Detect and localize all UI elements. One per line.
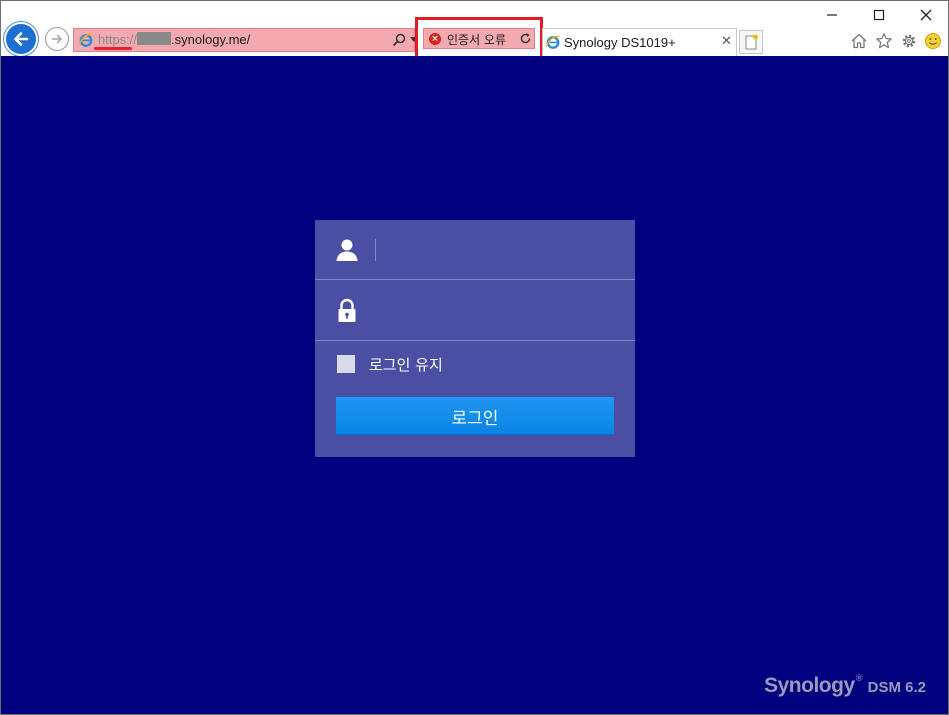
login-card: 로그인 유지 로그인: [315, 220, 635, 457]
url-scheme: https://: [98, 32, 138, 47]
gear-icon: [902, 34, 916, 48]
login-button[interactable]: 로그인: [336, 397, 614, 435]
close-icon: [920, 9, 932, 21]
close-window-button[interactable]: [911, 5, 941, 25]
certificate-error-button[interactable]: × 인증서 오류: [423, 28, 535, 49]
user-icon: [336, 239, 358, 261]
back-arrow-icon: [14, 32, 29, 46]
maximize-icon: [873, 9, 885, 21]
username-input[interactable]: [385, 234, 625, 268]
minimize-icon: [827, 14, 837, 16]
minimize-button[interactable]: [817, 5, 847, 25]
url-host: .synology.me/: [171, 32, 251, 47]
browser-window: https:// .synology.me/ × 인증서 오류 Synology …: [0, 0, 949, 715]
remember-me-checkbox[interactable]: [337, 355, 355, 373]
back-button[interactable]: [4, 22, 38, 56]
forward-arrow-icon: [51, 34, 62, 44]
brand-trademark: ®: [854, 674, 864, 684]
https-underline-annotation: [94, 47, 132, 50]
remember-me[interactable]: 로그인 유지: [337, 354, 443, 374]
password-field: [315, 281, 635, 341]
refresh-icon[interactable]: [519, 32, 532, 45]
home-button[interactable]: [848, 30, 870, 52]
smiley-icon: [925, 33, 941, 49]
error-x-icon: ×: [429, 33, 441, 45]
internet-explorer-icon: [78, 33, 93, 47]
star-icon: [876, 33, 892, 49]
tab-title: Synology DS1019+: [564, 35, 676, 50]
tools-button[interactable]: [898, 30, 920, 52]
remember-me-label: 로그인 유지: [369, 355, 443, 374]
redacted-hostname: [137, 32, 172, 45]
forward-button[interactable]: [45, 27, 69, 51]
tab-close-button[interactable]: ✕: [721, 34, 732, 50]
brand-vendor: Synology: [764, 674, 855, 697]
search-icon[interactable]: [391, 32, 407, 48]
browser-toolbar: https:// .synology.me/ × 인증서 오류 Synology …: [1, 1, 948, 59]
favorites-button[interactable]: [873, 30, 895, 52]
home-icon: [851, 33, 867, 49]
certificate-error-label: 인증서 오류: [447, 33, 507, 47]
certificate-error-highlight: × 인증서 오류: [415, 17, 543, 59]
lock-icon: [338, 298, 356, 322]
username-field: [315, 220, 635, 280]
synology-dsm-logo: Synology® DSM 6.2: [764, 674, 926, 698]
tab-synology[interactable]: Synology DS1019+ ✕: [542, 28, 737, 56]
brand-product: DSM 6.2: [867, 679, 926, 696]
login-page: 로그인 유지 로그인 Synology® DSM 6.2: [1, 56, 948, 714]
password-input[interactable]: [385, 295, 625, 329]
new-tab-icon: [745, 34, 758, 50]
feedback-button[interactable]: [922, 30, 944, 52]
url-text: https:// .synology.me/: [98, 32, 250, 47]
new-tab-button[interactable]: [739, 30, 763, 54]
internet-explorer-icon: [545, 35, 560, 49]
maximize-button[interactable]: [864, 5, 894, 25]
field-divider: [375, 239, 376, 261]
